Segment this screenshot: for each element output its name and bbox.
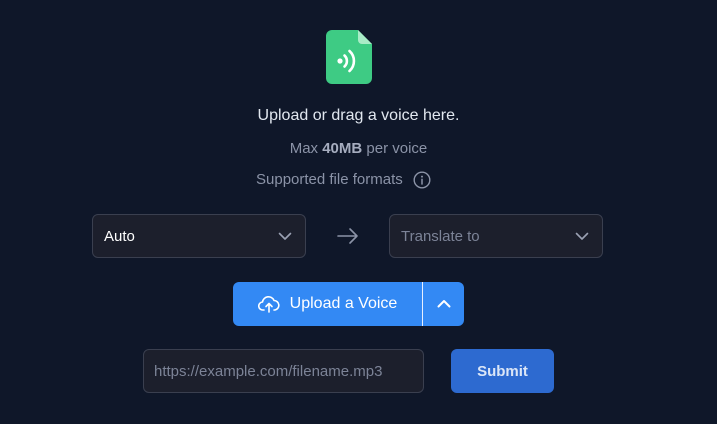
supported-formats-label: Supported file formats	[256, 171, 403, 188]
limit-prefix: Max	[289, 140, 323, 157]
limit-size: 40MB	[322, 140, 363, 157]
upload-panel[interactable]: Upload or drag a voice here. Max 40MB pe…	[0, 0, 717, 424]
chevron-up-icon	[437, 300, 450, 308]
cloud-upload-icon	[257, 296, 280, 313]
target-language-select[interactable]: Translate to	[389, 214, 603, 258]
upload-options-toggle[interactable]	[423, 282, 464, 326]
file-size-limit: Max 40MB per voice	[0, 139, 717, 159]
upload-voice-split-button: Upload a Voice	[233, 282, 464, 326]
upload-voice-label: Upload a Voice	[289, 295, 398, 312]
upload-headline: Upload or drag a voice here.	[257, 107, 460, 124]
target-language-placeholder: Translate to	[401, 227, 480, 245]
submit-button[interactable]: Submit	[451, 349, 554, 393]
audio-file-icon	[326, 30, 372, 84]
arrow-right-icon	[337, 228, 358, 244]
limit-suffix: per voice	[362, 140, 428, 157]
chevron-down-icon	[575, 232, 589, 240]
upload-voice-button[interactable]: Upload a Voice	[233, 282, 422, 326]
chevron-down-icon	[278, 232, 292, 240]
supported-formats-link[interactable]: Supported file formats	[256, 170, 431, 190]
source-language-value: Auto	[104, 227, 135, 245]
info-icon[interactable]	[413, 171, 431, 189]
source-language-select[interactable]: Auto	[92, 214, 306, 258]
voice-url-input[interactable]	[143, 349, 424, 393]
